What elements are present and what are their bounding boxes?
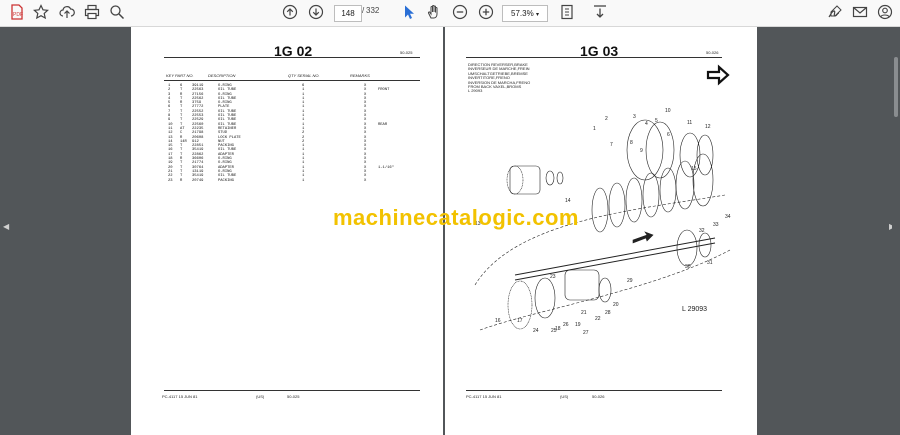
col-key-part: KEY PART NO. [166,73,194,78]
part-number-label: 12 [705,124,711,130]
create-pdf-icon[interactable]: PDF [8,4,26,22]
vertical-scrollbar[interactable] [892,27,900,435]
part-number-label: 23 [550,274,556,280]
part-number-label: 2 [605,116,608,122]
column-rule [164,80,420,81]
part-number-label: 9 [640,148,643,154]
next-arrow-icon[interactable] [706,64,730,86]
zoom-value: 57.3% [511,9,534,18]
part-number-label: 28 [605,310,611,316]
part-number-label: 22 [595,316,601,322]
col-qty-serial: QTY SERIAL NO. [288,73,320,78]
table-cell: 20749 [192,178,204,183]
watermark-text: machinecatalogic.com [333,205,579,230]
part-number-label: 7 [610,142,613,148]
part-number-label: 5 [655,118,658,124]
col-remarks: REMARKS [350,73,370,78]
select-cursor-icon[interactable] [400,4,418,22]
part-number-label: 25 [551,328,557,334]
right-footer-region: (US) [560,394,569,399]
right-footer-date: PC-4117 15 JUN 81 [466,394,502,399]
zoom-out-icon[interactable] [451,4,469,22]
part-number-label: 11 [687,120,692,126]
part-number-label: 14 [565,198,571,204]
part-number-label: 33 [713,222,719,228]
upload-cloud-icon[interactable] [58,4,76,22]
part-number-label: 4 [645,121,648,127]
left-page-code: 50-025 [400,50,413,55]
zoom-in-icon[interactable] [477,4,495,22]
table-cell: X [364,178,367,183]
page-fit-icon[interactable] [558,4,576,22]
account-icon[interactable] [876,4,894,22]
part-number-label: 3 [633,114,636,120]
table-cell: R [180,178,183,183]
parts-table: 1 6 39119 O-RING 6 X 2 T 22563 OIL TUBE 1 X FRONT 3 R 2… [166,84,420,183]
header-rule [164,57,420,58]
part-number-label: 24 [533,328,539,334]
left-footer-date: PC-4117 15 JUN 81 [162,394,198,399]
zoom-level-select[interactable]: 57.3% ▾ [502,5,548,22]
part-number-label: 27 [583,330,589,335]
page-up-icon[interactable] [281,4,299,22]
left-footer-region: (US) [256,394,265,399]
right-footer-rule [466,390,722,391]
part-number-label: 32 [699,228,705,234]
pdf-toolbar: PDF 148 / 332 57.3% ▾ [0,0,900,27]
right-page-code: 50-026 [706,50,719,55]
sign-icon[interactable] [826,4,844,22]
table-cell: PACKING [218,178,234,183]
figure-reference: L 29093 [682,306,708,313]
zoom-search-icon[interactable] [108,4,126,22]
part-number-label: 19 [575,322,581,328]
page-number-input[interactable]: 148 [334,5,362,22]
part-number-label: 34 [725,214,731,220]
left-arrow-icon[interactable]: ◀ [3,222,9,231]
page-separator: / [362,6,365,15]
page-down-icon[interactable] [307,4,325,22]
brake-housing [626,119,664,181]
part-number-label: 8 [630,140,633,146]
part-number-label: 15 [691,166,697,172]
table-cell [376,179,420,183]
part-number-label: 1 [593,126,596,132]
part-number-label: 31 [707,260,713,266]
part-number-label: 10 [665,108,671,114]
part-number-label: 16 [495,318,501,324]
hand-pan-icon[interactable] [425,4,443,22]
table-cell: 1 [302,178,305,183]
page-total: 332 [366,6,380,15]
part-number-label: 20 [613,302,619,308]
download-icon[interactable] [591,4,609,22]
email-icon[interactable] [851,4,869,22]
part-number-label: 21 [581,310,587,316]
right-header-rule [466,57,722,58]
footer-rule [164,390,420,391]
print-icon[interactable] [83,4,101,22]
part-number-label: 17 [517,318,523,324]
table-cell: 23 [168,178,173,183]
chevron-down-icon: ▾ [535,12,539,18]
caption-line: L 29093 [468,88,483,94]
svg-text:PDF: PDF [13,12,23,18]
table-row: 23 R 20749 PACKING 1 X [166,179,420,183]
scrollbar-thumb[interactable] [894,57,898,117]
part-number-label: 29 [627,278,633,284]
bookmark-star-icon[interactable] [32,4,50,22]
left-footer-code: 50-025 [287,394,300,399]
col-description: DESCRIPTION [208,73,236,78]
part-number-label: 30 [685,264,691,270]
right-footer-code: 50-026 [592,394,605,399]
part-number-label: 6 [667,132,670,138]
part-number-label: 26 [563,322,569,328]
